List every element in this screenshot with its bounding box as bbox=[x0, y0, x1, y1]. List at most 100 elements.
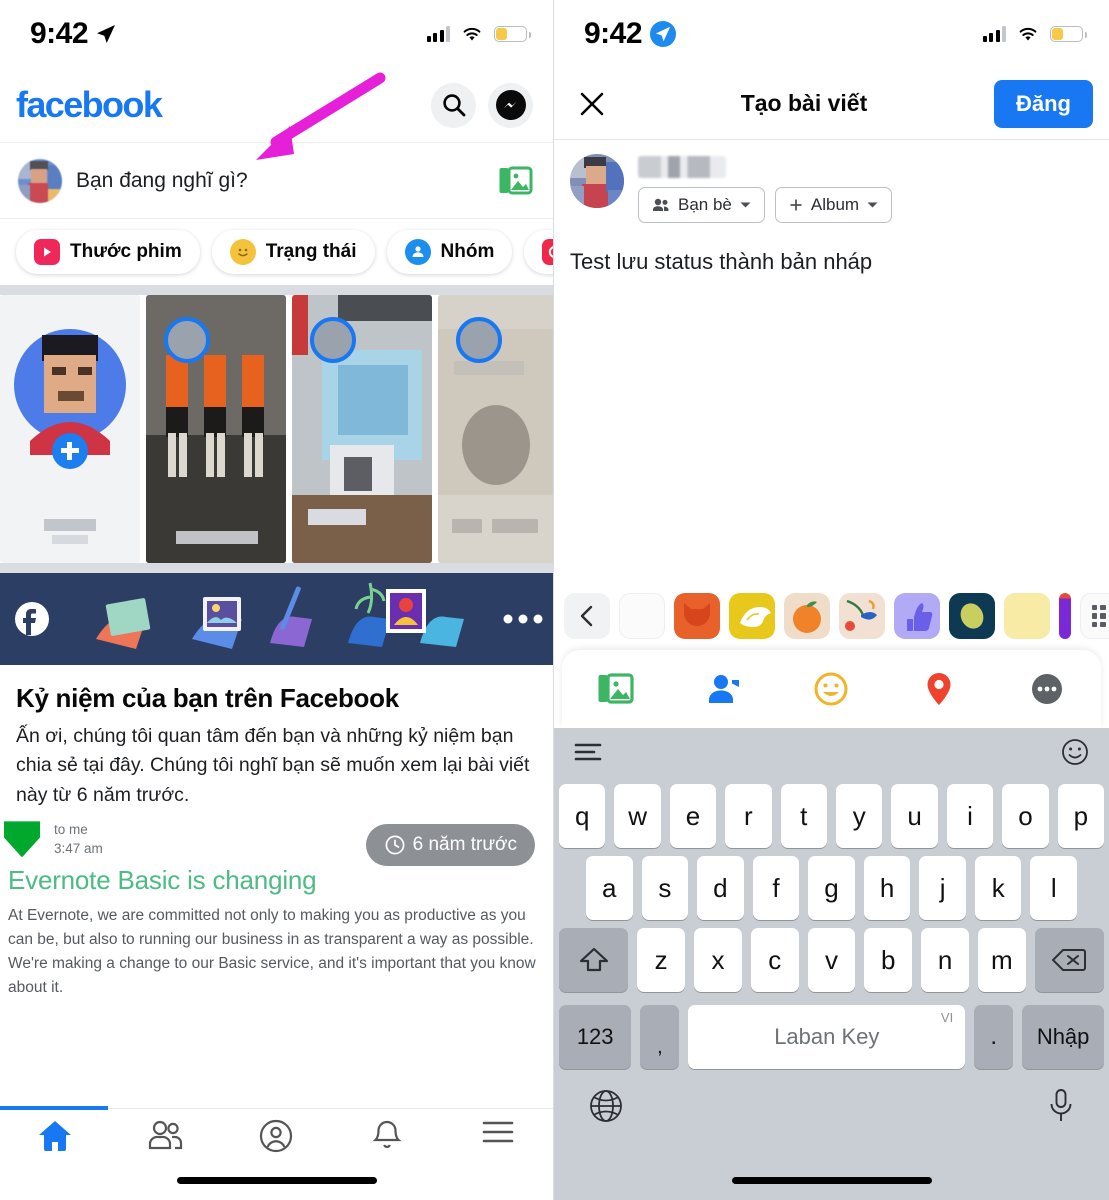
key-g[interactable]: g bbox=[808, 856, 855, 920]
keyboard-bottom-row bbox=[554, 1069, 1109, 1125]
messenger-button[interactable] bbox=[488, 82, 533, 128]
key-v[interactable]: v bbox=[807, 928, 856, 992]
status-bar-left-group-r: 9:42 bbox=[584, 17, 677, 51]
nav-item-friends[interactable] bbox=[111, 1119, 222, 1151]
search-button[interactable] bbox=[431, 82, 476, 128]
sticker-blank[interactable] bbox=[619, 593, 665, 639]
key-f[interactable]: f bbox=[752, 856, 800, 920]
attachment-options-bar[interactable] bbox=[562, 650, 1101, 728]
hamburger-menu-icon bbox=[482, 1121, 513, 1143]
key-w[interactable]: w bbox=[614, 784, 661, 848]
profile-circle-icon bbox=[260, 1119, 293, 1153]
key-a[interactable]: a bbox=[585, 856, 633, 920]
key-t[interactable]: t bbox=[780, 784, 827, 848]
status-bar-right-group bbox=[426, 26, 531, 42]
story-card-3[interactable] bbox=[438, 295, 553, 563]
composer-placeholder[interactable]: Bạn đang nghĩ gì? bbox=[76, 169, 485, 193]
author-name-redacted bbox=[638, 156, 726, 178]
key-l[interactable]: l bbox=[1030, 856, 1078, 920]
key-u[interactable]: u bbox=[891, 784, 938, 848]
nav-item-home[interactable] bbox=[0, 1119, 111, 1153]
chip-status[interactable]: Trạng thái bbox=[211, 230, 375, 274]
key-d[interactable]: d bbox=[697, 856, 744, 920]
close-button[interactable] bbox=[570, 82, 614, 126]
avatar[interactable] bbox=[570, 154, 624, 208]
cellular-bars-icon bbox=[982, 26, 1006, 42]
status-bar-right: 9:42 bbox=[554, 0, 1109, 68]
attach-tag-people-button[interactable] bbox=[670, 673, 778, 705]
status-composer-row[interactable]: Bạn đang nghĩ gì? bbox=[0, 143, 553, 219]
post-text-input[interactable]: Test lưu status thành bản nháp bbox=[554, 223, 1109, 275]
album-selector[interactable]: Album bbox=[774, 187, 893, 223]
key-z[interactable]: z bbox=[637, 928, 686, 992]
nav-item-notifications[interactable] bbox=[332, 1119, 443, 1153]
sticker-lemon[interactable] bbox=[949, 593, 995, 639]
chip-reels[interactable]: Thước phim bbox=[16, 230, 200, 274]
shift-key[interactable] bbox=[558, 928, 629, 992]
period-key[interactable]: . bbox=[974, 1005, 1014, 1069]
attach-more-button[interactable] bbox=[993, 671, 1101, 707]
key-b[interactable]: b bbox=[864, 928, 913, 992]
keyboard-row-1: q w e r t y u i o p bbox=[554, 784, 1109, 848]
key-x[interactable]: x bbox=[694, 928, 742, 992]
enter-key[interactable]: Nhập bbox=[1022, 1005, 1105, 1069]
sticker-grid-icon[interactable] bbox=[1080, 593, 1109, 639]
chip-groups[interactable]: Nhóm bbox=[386, 230, 513, 274]
active-tab-indicator bbox=[0, 1106, 108, 1110]
nav-item-profile[interactable] bbox=[221, 1119, 332, 1153]
story-card-1[interactable] bbox=[146, 295, 286, 563]
sticker-thumbsup[interactable] bbox=[894, 593, 940, 639]
facebook-logo[interactable]: facebook bbox=[16, 84, 163, 126]
space-key-badge: VI bbox=[940, 1010, 954, 1025]
microphone-icon[interactable] bbox=[1047, 1087, 1075, 1125]
sticker-back-button[interactable] bbox=[564, 593, 610, 639]
clock-icon bbox=[385, 835, 405, 855]
key-m[interactable]: m bbox=[977, 928, 1026, 992]
key-c[interactable]: c bbox=[750, 928, 799, 992]
backspace-key[interactable] bbox=[1034, 928, 1105, 992]
shortcut-chips-row[interactable]: Thước phim Trạng thái Nhóm bbox=[0, 219, 553, 285]
numbers-key[interactable]: 123 bbox=[559, 1005, 632, 1069]
key-p[interactable]: p bbox=[1057, 784, 1105, 848]
sticker-orange[interactable] bbox=[784, 593, 830, 639]
attach-photo-button[interactable] bbox=[562, 673, 670, 705]
comma-key[interactable]: , bbox=[640, 1005, 680, 1069]
post-button[interactable]: Đăng bbox=[993, 79, 1093, 128]
keyboard-menu-icon[interactable] bbox=[574, 741, 604, 763]
key-k[interactable]: k bbox=[974, 856, 1022, 920]
key-n[interactable]: n bbox=[921, 928, 969, 992]
globe-icon[interactable] bbox=[588, 1088, 624, 1124]
attach-feeling-button[interactable] bbox=[778, 671, 886, 707]
stories-strip[interactable] bbox=[0, 295, 553, 563]
key-h[interactable]: h bbox=[863, 856, 911, 920]
key-e[interactable]: e bbox=[669, 784, 717, 848]
key-i[interactable]: i bbox=[946, 784, 994, 848]
key-q[interactable]: q bbox=[558, 784, 606, 848]
story-create-card[interactable] bbox=[0, 295, 140, 563]
emoji-smiley-icon[interactable] bbox=[1061, 738, 1089, 766]
photo-library-icon[interactable] bbox=[499, 166, 533, 196]
cellular-bars-icon bbox=[426, 26, 450, 42]
sticker-suggestion-strip[interactable] bbox=[554, 588, 1109, 644]
chip-live-video[interactable] bbox=[524, 230, 553, 274]
key-y[interactable]: y bbox=[836, 784, 883, 848]
sticker-bird-flower[interactable] bbox=[839, 593, 885, 639]
on-screen-keyboard[interactable]: q w e r t y u i o p a s d f g h j k l z … bbox=[554, 728, 1109, 1200]
wifi-icon bbox=[1019, 27, 1037, 41]
nav-item-menu[interactable] bbox=[442, 1119, 553, 1145]
key-o[interactable]: o bbox=[1002, 784, 1049, 848]
email-time: 3:47 am bbox=[54, 841, 103, 857]
attach-location-button[interactable] bbox=[885, 671, 993, 707]
space-key[interactable]: VI Laban Key bbox=[688, 1005, 966, 1069]
story-card-2[interactable] bbox=[292, 295, 432, 563]
bottom-navigation-bar[interactable] bbox=[0, 1106, 553, 1200]
sticker-yellow[interactable] bbox=[1004, 593, 1050, 639]
sticker-cat[interactable] bbox=[674, 593, 720, 639]
key-s[interactable]: s bbox=[641, 856, 689, 920]
sticker-dove[interactable] bbox=[729, 593, 775, 639]
key-j[interactable]: j bbox=[919, 856, 966, 920]
key-r[interactable]: r bbox=[725, 784, 772, 848]
search-icon bbox=[442, 94, 465, 117]
sticker-purple-partial[interactable] bbox=[1059, 593, 1071, 639]
audience-selector[interactable]: Bạn bè bbox=[638, 187, 765, 223]
